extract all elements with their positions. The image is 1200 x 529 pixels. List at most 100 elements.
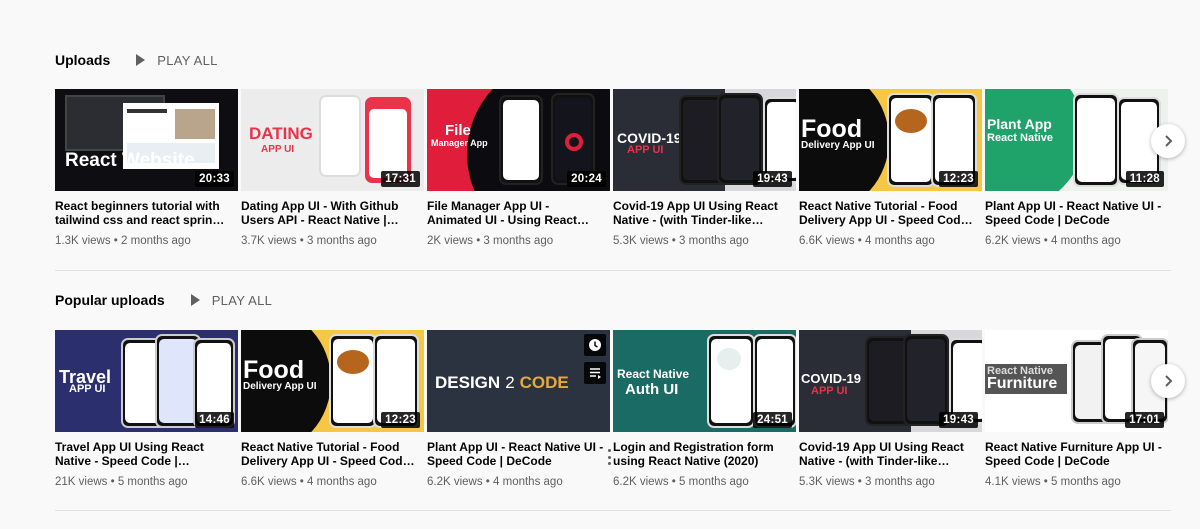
video-card[interactable]: Travel APP UI 14:46 Travel App UI Using … bbox=[55, 330, 238, 488]
video-thumbnail[interactable]: DESIGN 2 CODE bbox=[427, 330, 610, 432]
video-card[interactable]: DESIGN 2 CODE Plant App UI - React Nativ… bbox=[427, 330, 612, 488]
video-card[interactable]: DATING APP UI 17:31 Dating App UI - With… bbox=[241, 89, 424, 247]
thumbnail-text: DATING bbox=[249, 124, 313, 143]
video-title[interactable]: Covid-19 App UI Using React Native - (wi… bbox=[613, 199, 796, 227]
video-card[interactable]: React Website 20:33 React beginners tuto… bbox=[55, 89, 238, 247]
video-meta: 4.1K views • 5 months ago bbox=[985, 476, 1121, 488]
video-thumbnail[interactable]: React Website 20:33 bbox=[55, 89, 238, 191]
thumbnail-text: React Website bbox=[65, 150, 195, 171]
next-arrow-button[interactable] bbox=[1151, 124, 1185, 158]
video-meta: 6.2K views • 5 months ago bbox=[613, 476, 749, 488]
thumbnail-text: React Native bbox=[617, 367, 690, 381]
thumbnail-subtext: Furniture bbox=[987, 375, 1058, 392]
shelf-header: Uploads PLAY ALL bbox=[55, 48, 218, 72]
thumbnail-subtext: Manager App bbox=[431, 138, 488, 148]
shelf-title[interactable]: Uploads bbox=[55, 52, 110, 68]
video-thumbnail[interactable]: React Native Auth UI 24:51 bbox=[613, 330, 796, 432]
play-icon bbox=[136, 54, 146, 66]
video-title[interactable]: React Native Tutorial - Food Delivery Ap… bbox=[799, 199, 982, 227]
duration-badge: 14:46 bbox=[195, 412, 234, 428]
thumbnail-text: Food bbox=[243, 356, 305, 384]
video-card[interactable]: Food Delivery App UI 12:23 React Native … bbox=[241, 330, 424, 488]
video-thumbnail[interactable]: Food Delivery App UI 12:23 bbox=[799, 89, 982, 191]
add-to-queue-button[interactable] bbox=[584, 362, 606, 384]
video-title[interactable]: Plant App UI - React Native UI - Speed C… bbox=[985, 199, 1168, 227]
video-thumbnail[interactable]: Plant App React Native 11:28 bbox=[985, 89, 1168, 191]
video-title[interactable]: Travel App UI Using React Native - Speed… bbox=[55, 440, 238, 468]
video-meta: 6.6K views • 4 months ago bbox=[241, 476, 377, 488]
play-all-label: PLAY ALL bbox=[211, 292, 273, 308]
duration-badge: 19:43 bbox=[753, 171, 792, 187]
video-thumbnail[interactable]: React Native Furniture 17:01 bbox=[985, 330, 1168, 432]
duration-badge: 17:31 bbox=[381, 171, 420, 187]
video-thumbnail[interactable]: DATING APP UI 17:31 bbox=[241, 89, 424, 191]
duration-badge: 12:23 bbox=[939, 171, 978, 187]
duration-badge: 17:01 bbox=[1125, 412, 1164, 428]
thumbnail-text: DESIGN bbox=[435, 373, 501, 392]
duration-badge: 19:43 bbox=[939, 412, 978, 428]
video-meta: 21K views • 5 months ago bbox=[55, 476, 188, 488]
next-arrow-button[interactable] bbox=[1151, 364, 1185, 398]
video-thumbnail[interactable]: COVID-19 APP UI 19:43 bbox=[613, 89, 796, 191]
video-meta: 6.2K views • 4 months ago bbox=[985, 235, 1121, 247]
duration-badge: 11:28 bbox=[1125, 171, 1164, 187]
thumbnail-text: COVID-19 bbox=[801, 371, 861, 386]
thumbnail-subtext: 2 bbox=[505, 373, 515, 392]
video-title[interactable]: Login and Registration form using React … bbox=[613, 440, 796, 468]
video-card[interactable]: Food Delivery App UI 12:23 React Native … bbox=[799, 89, 982, 247]
video-thumbnail[interactable]: COVID-19 APP UI 19:43 bbox=[799, 330, 982, 432]
thumbnail-subtext: CODE bbox=[519, 373, 569, 392]
video-meta: 2K views • 3 months ago bbox=[427, 235, 554, 247]
thumbnail-subtext: Auth UI bbox=[625, 381, 679, 398]
watch-later-button[interactable] bbox=[584, 334, 606, 356]
play-all-button[interactable]: PLAY ALL bbox=[190, 292, 273, 308]
video-title[interactable]: React beginners tutorial with tailwind c… bbox=[55, 199, 238, 227]
thumbnail-subtext: APP UI bbox=[261, 144, 295, 155]
duration-badge: 24:51 bbox=[753, 412, 792, 428]
video-card[interactable]: React Native Furniture 17:01 React Nativ… bbox=[985, 330, 1168, 488]
video-meta: 1.3K views • 2 months ago bbox=[55, 235, 191, 247]
queue-icon bbox=[590, 368, 601, 379]
video-thumbnail[interactable]: File Manager App 20:24 bbox=[427, 89, 610, 191]
thumbnail-subtext: APP UI bbox=[627, 144, 664, 156]
chevron-right-icon bbox=[1165, 375, 1173, 387]
thumbnail-text: Plant App bbox=[987, 116, 1052, 132]
video-card[interactable]: File Manager App 20:24 File Manager App … bbox=[427, 89, 610, 247]
play-all-label: PLAY ALL bbox=[157, 52, 218, 68]
video-row: React Website 20:33 React beginners tuto… bbox=[55, 89, 1168, 247]
video-card[interactable]: React Native Auth UI 24:51 Login and Reg… bbox=[613, 330, 796, 488]
video-row: Travel APP UI 14:46 Travel App UI Using … bbox=[55, 330, 1168, 488]
duration-badge: 20:33 bbox=[195, 171, 234, 187]
video-title[interactable]: React Native Furniture App UI - Speed Co… bbox=[985, 440, 1168, 468]
video-card[interactable]: COVID-19 APP UI 19:43 Covid-19 App UI Us… bbox=[613, 89, 796, 247]
thumbnail-text: Food bbox=[801, 115, 863, 143]
video-meta: 6.6K views • 4 months ago bbox=[799, 235, 935, 247]
chevron-right-icon bbox=[1165, 135, 1173, 147]
thumbnail-subtext: APP UI bbox=[69, 383, 106, 395]
shelf-title[interactable]: Popular uploads bbox=[55, 292, 165, 308]
video-title[interactable]: Covid-19 App UI Using React Native - (wi… bbox=[799, 440, 982, 468]
thumbnail-subtext: Delivery App UI bbox=[243, 381, 317, 392]
video-meta: 5.3K views • 3 months ago bbox=[799, 476, 935, 488]
clock-icon bbox=[589, 339, 601, 351]
play-icon bbox=[190, 294, 200, 306]
shelf-divider bbox=[55, 510, 1171, 511]
video-card[interactable]: COVID-19 APP UI 19:43 Covid-19 App UI Us… bbox=[799, 330, 982, 488]
thumbnail-subtext: APP UI bbox=[811, 385, 848, 397]
play-all-button[interactable]: PLAY ALL bbox=[136, 53, 217, 68]
video-title[interactable]: Plant App UI - React Native UI - Speed C… bbox=[427, 440, 610, 468]
shelf-header: Popular uploads PLAY ALL bbox=[55, 288, 272, 312]
video-title[interactable]: File Manager App UI - Animated UI - Usin… bbox=[427, 199, 610, 227]
video-title[interactable]: React Native Tutorial - Food Delivery Ap… bbox=[241, 440, 424, 468]
duration-badge: 12:23 bbox=[381, 412, 420, 428]
thumbnail-subtext: React Native bbox=[987, 132, 1054, 144]
video-card[interactable]: Plant App React Native 11:28 Plant App U… bbox=[985, 89, 1168, 247]
duration-badge: 20:24 bbox=[567, 171, 606, 187]
thumbnail-subtext: Delivery App UI bbox=[801, 140, 875, 151]
video-title[interactable]: Dating App UI - With Github Users API - … bbox=[241, 199, 424, 227]
more-options-icon[interactable] bbox=[606, 449, 612, 465]
video-meta: 5.3K views • 3 months ago bbox=[613, 235, 749, 247]
video-thumbnail[interactable]: Food Delivery App UI 12:23 bbox=[241, 330, 424, 432]
video-thumbnail[interactable]: Travel APP UI 14:46 bbox=[55, 330, 238, 432]
video-meta: 3.7K views • 3 months ago bbox=[241, 235, 377, 247]
